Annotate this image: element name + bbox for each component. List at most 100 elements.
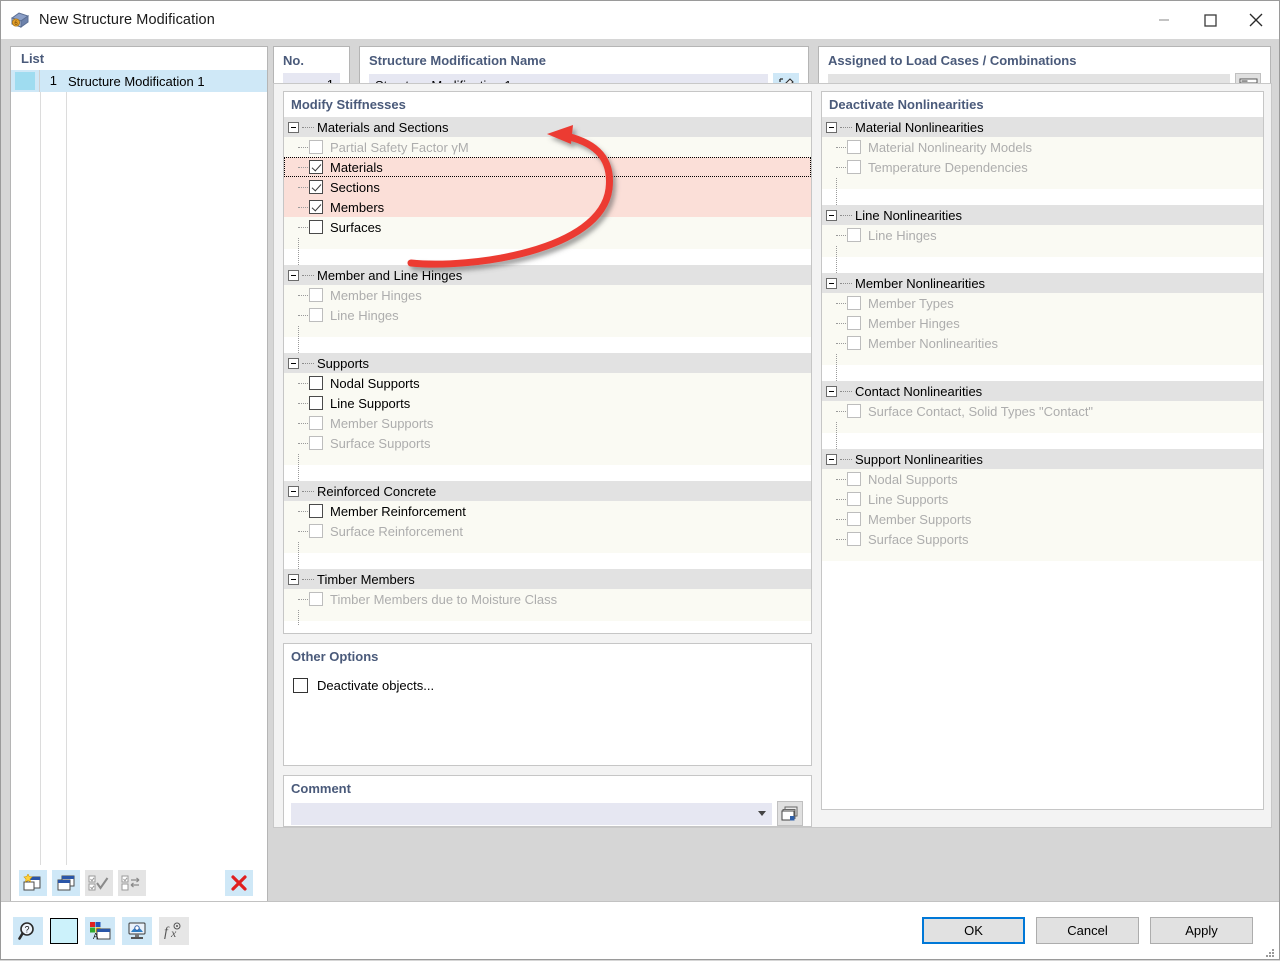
checkbox: [309, 416, 323, 430]
tree-item-member-supports-nl: Member Supports: [822, 509, 1263, 529]
svg-text:A: A: [93, 932, 99, 941]
color-swatch-icon[interactable]: [50, 918, 78, 944]
tree-item-nodal-supports[interactable]: Nodal Supports: [284, 373, 811, 393]
list-grid-line-2: [66, 92, 67, 865]
collapse-icon[interactable]: [288, 122, 299, 133]
tree-item-member-nonlinearities: Member Nonlinearities: [822, 333, 1263, 353]
checkbox[interactable]: [293, 678, 308, 693]
collapse-icon[interactable]: [288, 574, 299, 585]
modify-stiffnesses-column: Modify Stiffnesses Materials and Section…: [274, 84, 812, 827]
tree-group-label: Line Nonlinearities: [855, 208, 962, 223]
comment-combobox[interactable]: [291, 803, 772, 825]
tree-item-partial-safety-factor: Partial Safety Factor γM: [284, 137, 811, 157]
checkbox: [847, 228, 861, 242]
collapse-icon[interactable]: [826, 386, 837, 397]
comment-pick-icon[interactable]: [777, 801, 803, 826]
collapse-icon[interactable]: [826, 454, 837, 465]
checkbox[interactable]: [309, 396, 323, 410]
tree-item-materials[interactable]: Materials: [284, 157, 811, 177]
tree-item-members[interactable]: Members: [284, 197, 811, 217]
checkbox[interactable]: [309, 220, 323, 234]
checkbox[interactable]: [309, 180, 323, 194]
list-item-color-swatch: [15, 72, 35, 90]
tree-item-label: Member Nonlinearities: [868, 336, 998, 351]
list-item-label: Structure Modification 1: [61, 74, 205, 89]
tree-item-label: Member Reinforcement: [330, 504, 466, 519]
view-render-icon[interactable]: [122, 917, 152, 945]
dialog-window: 6 New Structure Modification List: [0, 0, 1280, 960]
close-icon[interactable]: [1233, 1, 1279, 39]
list-item[interactable]: 1 Structure Modification 1: [11, 70, 267, 92]
maximize-icon[interactable]: [1187, 1, 1233, 39]
tree-group-member-nonlinearities[interactable]: Member Nonlinearities: [822, 273, 1263, 293]
tree-group-materials-and-sections[interactable]: Materials and Sections: [284, 117, 811, 137]
tree-group-label: Supports: [317, 356, 369, 371]
collapse-icon[interactable]: [288, 270, 299, 281]
checkbox[interactable]: [309, 376, 323, 390]
tree-item-label: Member Supports: [868, 512, 971, 527]
ok-button[interactable]: OK: [922, 917, 1025, 944]
dialog-body: List 1 Structure Modification 1: [1, 39, 1279, 901]
tree-item-surface-reinforcement: Surface Reinforcement: [284, 521, 811, 541]
cancel-button[interactable]: Cancel: [1036, 917, 1139, 944]
collapse-icon[interactable]: [826, 210, 837, 221]
list-item-number: 1: [39, 70, 61, 92]
new-item-button[interactable]: [19, 870, 47, 896]
tree-item-sections[interactable]: Sections: [284, 177, 811, 197]
minimize-icon[interactable]: [1141, 1, 1187, 39]
tree-item-nodal-supports-nl: Nodal Supports: [822, 469, 1263, 489]
tree-item-surface-supports-nl: Surface Supports: [822, 529, 1263, 549]
tree-item-label: Surface Supports: [868, 532, 968, 547]
checkbox[interactable]: [309, 504, 323, 518]
tree-item-label: Sections: [330, 180, 380, 195]
tree-item-label: Partial Safety Factor γM: [330, 140, 469, 155]
collapse-icon[interactable]: [826, 278, 837, 289]
tree-item-label: Surface Contact, Solid Types "Contact": [868, 404, 1093, 419]
tree-item-member-hinges-nl: Member Hinges: [822, 313, 1263, 333]
checkbox: [309, 308, 323, 322]
chevron-down-icon[interactable]: [758, 811, 766, 816]
tree-group-label: Reinforced Concrete: [317, 484, 436, 499]
tree-item-label: Surface Reinforcement: [330, 524, 463, 539]
collapse-icon[interactable]: [288, 486, 299, 497]
svg-text:x: x: [170, 926, 177, 940]
deactivate-nonlinearities-column: Deactivate Nonlinearities Material Nonli…: [812, 84, 1264, 827]
checkbox: [309, 140, 323, 154]
checkbox: [309, 592, 323, 606]
tree-item-label: Materials: [330, 160, 383, 175]
tree-group-support-nonlinearities[interactable]: Support Nonlinearities: [822, 449, 1263, 469]
collapse-icon[interactable]: [288, 358, 299, 369]
tree-group-reinforced-concrete[interactable]: Reinforced Concrete: [284, 481, 811, 501]
tree-group-contact-nonlinearities[interactable]: Contact Nonlinearities: [822, 381, 1263, 401]
tree-item-timber-moisture-class: Timber Members due to Moisture Class: [284, 589, 811, 609]
tree-item-label: Member Hinges: [330, 288, 422, 303]
modify-stiffnesses-tree: Materials and Sections Partial Safety Fa…: [284, 117, 811, 633]
tree-group-line-nonlinearities[interactable]: Line Nonlinearities: [822, 205, 1263, 225]
checkbox: [847, 492, 861, 506]
help-magnifier-icon[interactable]: ?: [13, 917, 43, 945]
delete-item-button[interactable]: [225, 870, 253, 896]
other-option-row[interactable]: Deactivate objects...: [284, 669, 811, 693]
tree-group-material-nonlinearities[interactable]: Material Nonlinearities: [822, 117, 1263, 137]
deactivate-nonlinearities-tree: Material Nonlinearities Material Nonline…: [822, 117, 1263, 561]
apply-button[interactable]: Apply: [1150, 917, 1253, 944]
display-properties-icon[interactable]: A: [85, 917, 115, 945]
resize-grip[interactable]: [1265, 946, 1275, 956]
tree-item-surface-supports: Surface Supports: [284, 433, 811, 453]
tree-group-member-and-line-hinges[interactable]: Member and Line Hinges: [284, 265, 811, 285]
tree-group-supports[interactable]: Supports: [284, 353, 811, 373]
tree-item-member-reinforcement[interactable]: Member Reinforcement: [284, 501, 811, 521]
checkbox[interactable]: [309, 160, 323, 174]
tree-item-surfaces[interactable]: Surfaces: [284, 217, 811, 237]
checkbox[interactable]: [309, 200, 323, 214]
collapse-icon[interactable]: [826, 122, 837, 133]
checkbox: [309, 436, 323, 450]
copy-item-button[interactable]: [52, 870, 80, 896]
tree-item-line-supports[interactable]: Line Supports: [284, 393, 811, 413]
tree-group-timber-members[interactable]: Timber Members: [284, 569, 811, 589]
tree-item-label: Member Supports: [330, 416, 433, 431]
tree-item-material-nonlinearity-models: Material Nonlinearity Models: [822, 137, 1263, 157]
tree-item-member-hinges: Member Hinges: [284, 285, 811, 305]
tree-item-label: Temperature Dependencies: [868, 160, 1028, 175]
tree-item-line-hinges-nl: Line Hinges: [822, 225, 1263, 245]
